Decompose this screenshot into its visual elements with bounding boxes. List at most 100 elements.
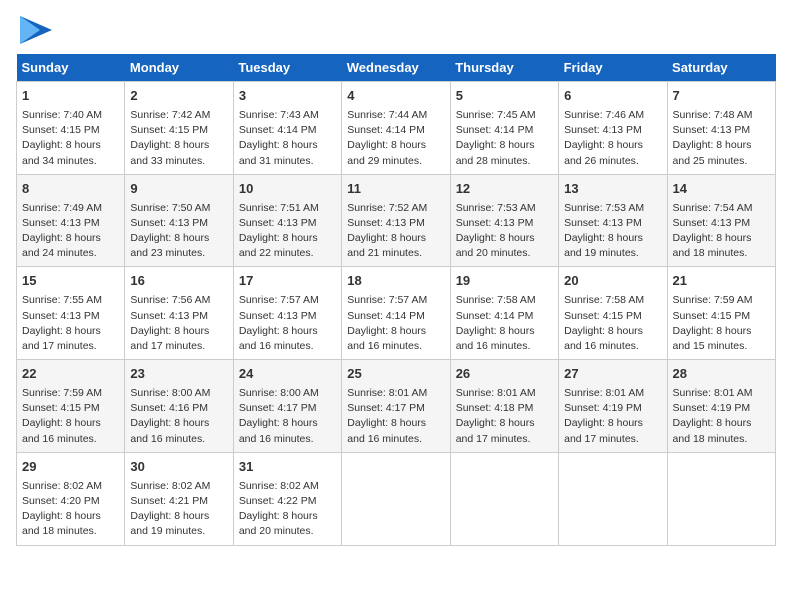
day-info: Sunrise: 7:45 AM: [456, 108, 553, 123]
day-info: Sunset: 4:13 PM: [456, 216, 553, 231]
calendar-table: SundayMondayTuesdayWednesdayThursdayFrid…: [16, 54, 776, 546]
day-header-sunday: Sunday: [17, 54, 125, 82]
day-info: and 17 minutes.: [22, 339, 119, 354]
day-info: Sunrise: 7:46 AM: [564, 108, 661, 123]
day-number: 4: [347, 87, 444, 106]
day-info: and 28 minutes.: [456, 154, 553, 169]
calendar-cell: 23Sunrise: 8:00 AMSunset: 4:16 PMDayligh…: [125, 360, 233, 453]
day-info: Sunset: 4:13 PM: [239, 216, 336, 231]
day-number: 10: [239, 180, 336, 199]
day-info: Sunset: 4:15 PM: [564, 309, 661, 324]
day-info: and 17 minutes.: [564, 432, 661, 447]
day-info: Daylight: 8 hours: [22, 231, 119, 246]
calendar-cell: 21Sunrise: 7:59 AMSunset: 4:15 PMDayligh…: [667, 267, 775, 360]
day-number: 16: [130, 272, 227, 291]
day-info: Daylight: 8 hours: [673, 138, 770, 153]
calendar-cell: 16 Sunrise: 7:56 AMSunset: 4:13 PMDayligh…: [125, 267, 233, 360]
day-info: Daylight: 8 hours: [347, 324, 444, 339]
calendar-header: SundayMondayTuesdayWednesdayThursdayFrid…: [17, 54, 776, 82]
logo-arrow-icon: [20, 16, 52, 44]
day-info: Sunset: 4:17 PM: [239, 401, 336, 416]
day-info: Sunrise: 7:52 AM: [347, 201, 444, 216]
day-info: Sunset: 4:14 PM: [456, 309, 553, 324]
day-info: Sunset: 4:19 PM: [673, 401, 770, 416]
day-info: Sunrise: 8:01 AM: [456, 386, 553, 401]
day-info: Daylight: 8 hours: [22, 509, 119, 524]
day-info: Daylight: 8 hours: [130, 324, 227, 339]
day-number: 28: [673, 365, 770, 384]
day-info: Sunrise: 7:57 AM: [239, 293, 336, 308]
day-info: Sunset: 4:13 PM: [673, 123, 770, 138]
calendar-cell: [559, 452, 667, 545]
day-info: Sunrise: 7:53 AM: [564, 201, 661, 216]
day-info: and 18 minutes.: [22, 524, 119, 539]
day-header-thursday: Thursday: [450, 54, 558, 82]
calendar-week-4: 22Sunrise: 7:59 AMSunset: 4:15 PMDayligh…: [17, 360, 776, 453]
day-number: 23: [130, 365, 227, 384]
day-info: Sunset: 4:13 PM: [239, 309, 336, 324]
day-info: Sunset: 4:15 PM: [130, 123, 227, 138]
day-info: Sunset: 4:19 PM: [564, 401, 661, 416]
calendar-week-5: 29Sunrise: 8:02 AMSunset: 4:20 PMDayligh…: [17, 452, 776, 545]
day-info: and 34 minutes.: [22, 154, 119, 169]
day-info: Sunrise: 7:53 AM: [456, 201, 553, 216]
day-info: Sunset: 4:20 PM: [22, 494, 119, 509]
calendar-cell: 29Sunrise: 8:02 AMSunset: 4:20 PMDayligh…: [17, 452, 125, 545]
day-number: 21: [673, 272, 770, 291]
day-number: 15: [22, 272, 119, 291]
day-number: 13: [564, 180, 661, 199]
day-header-tuesday: Tuesday: [233, 54, 341, 82]
day-number: 19: [456, 272, 553, 291]
calendar-cell: 26Sunrise: 8:01 AMSunset: 4:18 PMDayligh…: [450, 360, 558, 453]
day-number: 17: [239, 272, 336, 291]
day-info: Daylight: 8 hours: [239, 138, 336, 153]
day-info: Daylight: 8 hours: [564, 324, 661, 339]
day-info: and 29 minutes.: [347, 154, 444, 169]
day-number: 7: [673, 87, 770, 106]
day-info: Sunrise: 8:02 AM: [239, 479, 336, 494]
day-number: 11: [347, 180, 444, 199]
calendar-week-1: 1Sunrise: 7:40 AMSunset: 4:15 PMDaylight…: [17, 82, 776, 175]
day-info: Daylight: 8 hours: [22, 416, 119, 431]
day-info: Daylight: 8 hours: [456, 416, 553, 431]
calendar-cell: 30Sunrise: 8:02 AMSunset: 4:21 PMDayligh…: [125, 452, 233, 545]
day-info: and 18 minutes.: [673, 246, 770, 261]
day-info: Daylight: 8 hours: [239, 509, 336, 524]
day-info: Sunrise: 7:58 AM: [564, 293, 661, 308]
day-number: 31: [239, 458, 336, 477]
day-info: Daylight: 8 hours: [456, 231, 553, 246]
calendar-cell: 2Sunrise: 7:42 AMSunset: 4:15 PMDaylight…: [125, 82, 233, 175]
day-info: Sunrise: 7:56 AM: [130, 293, 227, 308]
day-info: Daylight: 8 hours: [673, 324, 770, 339]
day-info: Daylight: 8 hours: [130, 231, 227, 246]
day-info: Sunset: 4:13 PM: [22, 216, 119, 231]
day-info: Daylight: 8 hours: [456, 138, 553, 153]
logo: [16, 16, 52, 44]
day-number: 29: [22, 458, 119, 477]
day-number: 6: [564, 87, 661, 106]
day-info: and 33 minutes.: [130, 154, 227, 169]
day-info: and 15 minutes.: [673, 339, 770, 354]
calendar-cell: 12 Sunrise: 7:53 AMSunset: 4:13 PMDayligh…: [450, 174, 558, 267]
day-info: Sunrise: 7:49 AM: [22, 201, 119, 216]
calendar-cell: 6Sunrise: 7:46 AMSunset: 4:13 PMDaylight…: [559, 82, 667, 175]
day-info: Daylight: 8 hours: [130, 138, 227, 153]
day-number: 1: [22, 87, 119, 106]
day-number: 12: [456, 180, 553, 199]
calendar-cell: 13Sunrise: 7:53 AMSunset: 4:13 PMDayligh…: [559, 174, 667, 267]
day-info: Sunset: 4:13 PM: [22, 309, 119, 324]
day-info: Daylight: 8 hours: [239, 416, 336, 431]
calendar-cell: 15Sunrise: 7:55 AMSunset: 4:13 PMDayligh…: [17, 267, 125, 360]
calendar-cell: 1Sunrise: 7:40 AMSunset: 4:15 PMDaylight…: [17, 82, 125, 175]
day-number: 22: [22, 365, 119, 384]
day-info: Sunrise: 7:55 AM: [22, 293, 119, 308]
day-info: Sunset: 4:13 PM: [130, 309, 227, 324]
day-number: 18: [347, 272, 444, 291]
day-info: Daylight: 8 hours: [347, 231, 444, 246]
day-info: Sunrise: 7:59 AM: [22, 386, 119, 401]
day-number: 24: [239, 365, 336, 384]
day-info: Sunset: 4:13 PM: [564, 123, 661, 138]
calendar-cell: 22Sunrise: 7:59 AMSunset: 4:15 PMDayligh…: [17, 360, 125, 453]
day-number: 25: [347, 365, 444, 384]
calendar-cell: [342, 452, 450, 545]
